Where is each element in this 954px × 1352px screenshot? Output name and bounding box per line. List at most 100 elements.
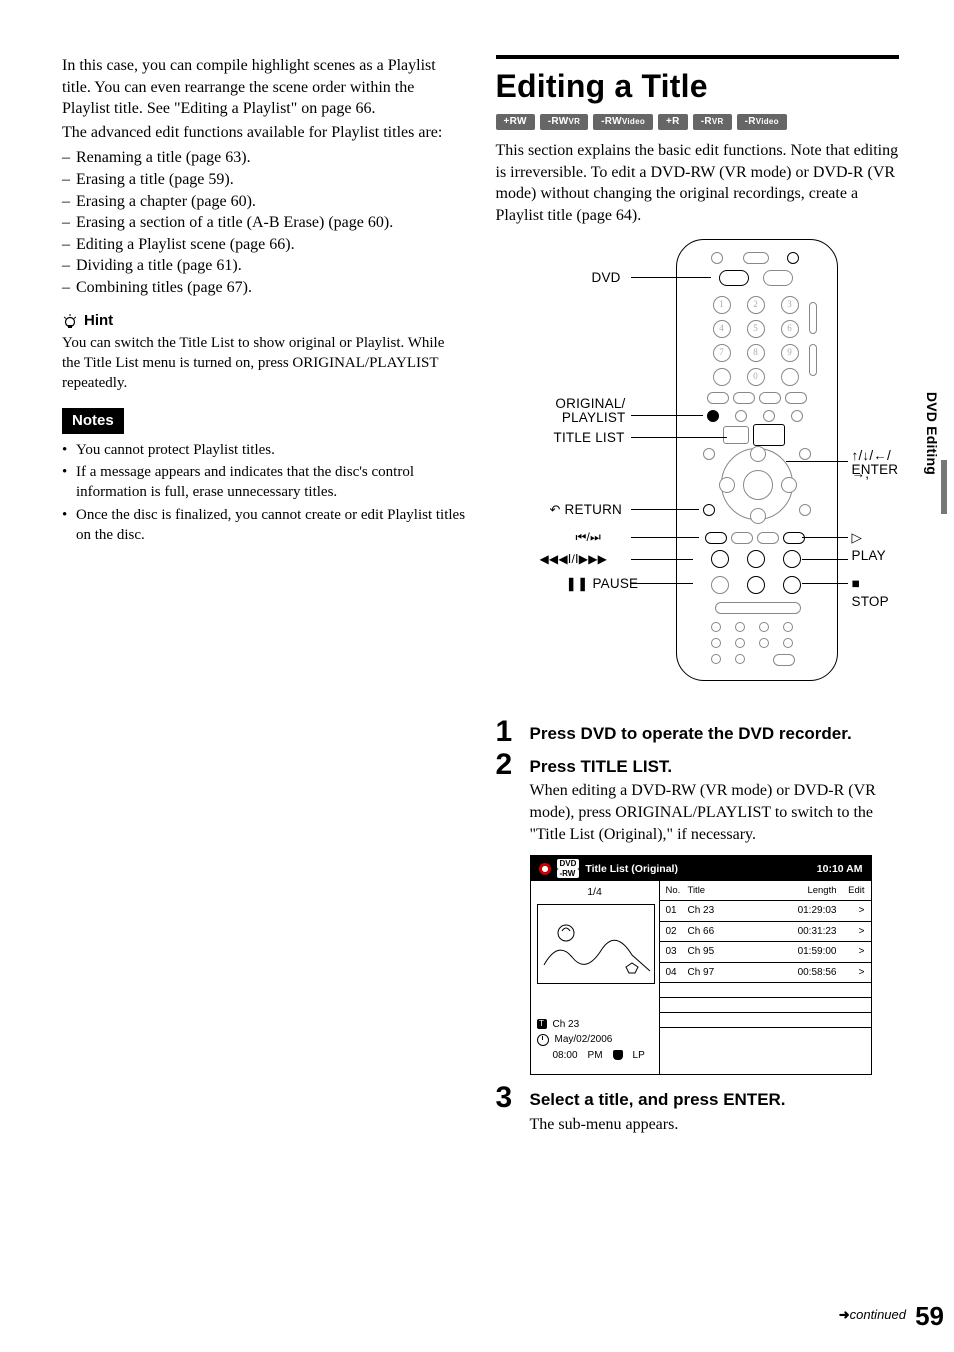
remote-diagram: 1 2 3 4 5 6 7 8 9 0 (496, 239, 900, 709)
step-title: Select a title, and press ENTER. (530, 1089, 900, 1112)
title-icon: T (537, 1019, 547, 1029)
section-rule (496, 55, 900, 59)
side-index-chip (941, 460, 947, 514)
list-item: •Once the disc is finalized, you cannot … (62, 505, 466, 546)
list-item-text: If a message appears and indicates that … (76, 462, 466, 503)
osd-right-panel: No. Title Length Edit 01 Ch 23 01:29:03 (659, 881, 871, 1074)
meta-mode: LP (633, 1049, 645, 1063)
disc-badge-bot: -RW (557, 869, 580, 879)
list-item-text: Erasing a chapter (page 60). (76, 191, 256, 213)
list-item: –Editing a Playlist scene (page 66). (62, 234, 466, 256)
list-item-text: Editing a Playlist scene (page 66). (76, 234, 295, 256)
remote-body: 1 2 3 4 5 6 7 8 9 0 (676, 239, 838, 681)
table-row: 03 Ch 95 01:59:00 > (660, 941, 871, 962)
list-item-text: Once the disc is finalized, you cannot c… (76, 505, 466, 546)
hint-body: You can switch the Title List to show or… (62, 333, 466, 394)
remote-label-dvd: DVD (592, 269, 621, 287)
col-length: Length (775, 885, 837, 898)
side-tab: DVD Editing (922, 392, 941, 475)
step-text: The sub-menu appears. (530, 1114, 900, 1136)
remote-label-pause: ❚❚ PAUSE (566, 575, 639, 593)
table-row: 04 Ch 97 00:58:56 > (660, 962, 871, 983)
remote-label-prevnext: ⏮/⏭ (576, 529, 602, 545)
meta-date: May/02/2006 (555, 1033, 613, 1047)
disc-type-chips: +RW -RWVR -RWVideo +R -RVR -RVideo (496, 114, 900, 130)
hint-label: Hint (84, 311, 113, 331)
chip-rwvideo: -RWVideo (593, 114, 653, 130)
step-title: Press TITLE LIST. (530, 756, 900, 779)
list-item: –Erasing a section of a title (A-B Erase… (62, 212, 466, 234)
col-no: No. (666, 885, 688, 898)
disc-badge-top: DVD (557, 859, 580, 869)
remote-label-play: ▷ PLAY (852, 529, 900, 565)
list-item-text: Erasing a title (page 59). (76, 169, 234, 191)
table-row: 02 Ch 66 00:31:23 > (660, 921, 871, 942)
chip-rwvr: -RWVR (540, 114, 588, 130)
list-item: –Dividing a title (page 61). (62, 255, 466, 277)
remote-label-arrows2: ENTER (852, 461, 899, 479)
adv-list: –Renaming a title (page 63). –Erasing a … (62, 147, 466, 298)
list-item: •You cannot protect Playlist titles. (62, 440, 466, 460)
step-number: 2 (496, 750, 518, 1082)
step-text: When editing a DVD-RW (VR mode) or DVD-R… (530, 780, 900, 845)
page: In this case, you can compile highlight … (0, 0, 954, 1352)
remote-label-scan: ◀◀◀Ⅰ/Ⅰ▶▶▶ (540, 551, 608, 567)
clock-icon (537, 1034, 549, 1046)
list-item: –Erasing a chapter (page 60). (62, 191, 466, 213)
list-item-text: Erasing a section of a title (A-B Erase)… (76, 212, 393, 234)
step-number: 3 (496, 1083, 518, 1138)
osd-empty-rows (660, 982, 871, 1042)
hint-header: Hint (62, 311, 466, 331)
continued-indicator: ➜continued (839, 1306, 906, 1324)
table-row: 01 Ch 23 01:29:03 > (660, 900, 871, 921)
meta-title: Ch 23 (553, 1018, 580, 1032)
step-number: 1 (496, 717, 518, 748)
left-intro: In this case, you can compile highlight … (62, 55, 466, 120)
osd-page-counter: 1/4 (537, 885, 653, 899)
list-item: •If a message appears and indicates that… (62, 462, 466, 503)
step-3: 3 Select a title, and press ENTER. The s… (496, 1083, 900, 1138)
left-column: In this case, you can compile highlight … (62, 55, 466, 1138)
meta-time: 08:00 (553, 1049, 578, 1063)
list-item-text: You cannot protect Playlist titles. (76, 440, 275, 460)
columns: In this case, you can compile highlight … (62, 55, 899, 1138)
list-item: –Combining titles (page 67). (62, 277, 466, 299)
chip-plus-rw: +RW (496, 114, 535, 130)
osd-meta: TCh 23 May/02/2006 08:00 PM LP (537, 1014, 653, 1069)
adv-lead: The advanced edit functions available fo… (62, 122, 466, 144)
notes-label: Notes (62, 408, 124, 434)
section-title: Editing a Title (496, 65, 900, 108)
osd-body: 1/4 TCh 2 (531, 881, 871, 1074)
remote-label-return: ↶ RETURN (550, 501, 623, 519)
notes-list: •You cannot protect Playlist titles. •If… (62, 440, 466, 545)
chip-plus-r: +R (658, 114, 688, 130)
remote-label-stop: ■ STOP (852, 575, 900, 611)
step-title: Press DVD to operate the DVD recorder. (530, 723, 900, 746)
step-1: 1 Press DVD to operate the DVD recorder. (496, 717, 900, 748)
list-item: –Renaming a title (page 63). (62, 147, 466, 169)
chip-rvideo: -RVideo (737, 114, 787, 130)
list-item-text: Renaming a title (page 63). (76, 147, 251, 169)
list-item-text: Dividing a title (page 61). (76, 255, 242, 277)
step-2: 2 Press TITLE LIST. When editing a DVD-R… (496, 750, 900, 1082)
osd-clock: 10:10 AM (817, 862, 863, 876)
osd-title: Title List (Original) (585, 862, 678, 876)
continued-arrow-icon: ➜ (839, 1307, 850, 1322)
osd-title-list: DVD -RW Title List (Original) 10:10 AM 1… (530, 855, 872, 1075)
osd-col-headers: No. Title Length Edit (660, 881, 871, 900)
right-column: Editing a Title +RW -RWVR -RWVideo +R -R… (496, 55, 900, 1138)
col-title: Title (688, 885, 775, 898)
list-item-text: Combining titles (page 67). (76, 277, 252, 299)
return-icon: ↶ (550, 501, 561, 519)
section-intro: This section explains the basic edit fun… (496, 140, 900, 226)
hint-icon (62, 313, 78, 329)
list-item: –Erasing a title (page 59). (62, 169, 466, 191)
osd-thumbnail (537, 904, 655, 984)
chip-rvr: -RVR (693, 114, 732, 130)
col-edit: Edit (837, 885, 865, 898)
remote-label-titlelist: TITLE LIST (554, 429, 625, 447)
osd-left-panel: 1/4 TCh 2 (531, 881, 659, 1074)
osd-header: DVD -RW Title List (Original) 10:10 AM (531, 856, 871, 881)
page-number: 59 (915, 1299, 944, 1334)
remote-label-orig2: PLAYLIST (554, 409, 626, 427)
